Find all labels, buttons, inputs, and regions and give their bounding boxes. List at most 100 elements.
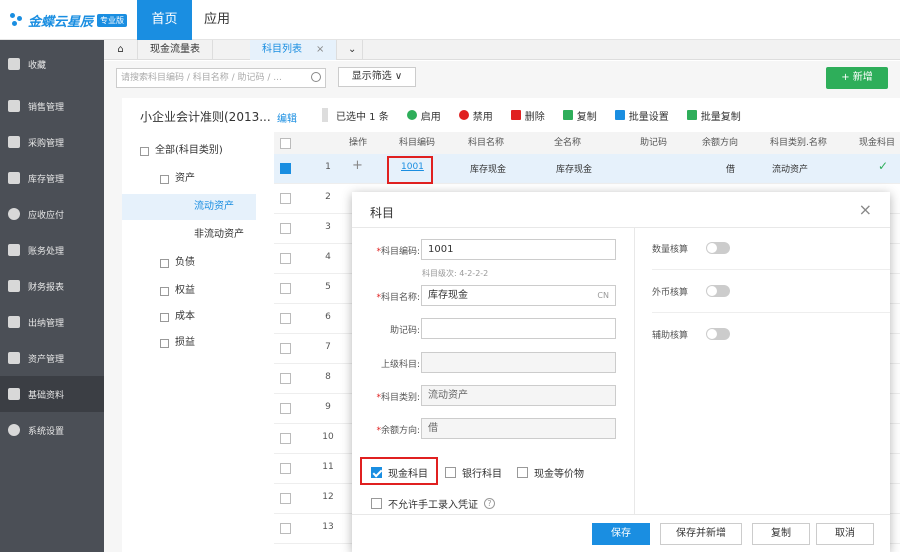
sidebar-item-receivables[interactable]: 应收应付 bbox=[0, 196, 104, 232]
save-and-new-button[interactable]: 保存并新增 bbox=[660, 523, 742, 545]
check-icon: ✓ bbox=[878, 159, 889, 173]
row-checkbox[interactable] bbox=[280, 523, 291, 534]
add-button[interactable]: + 新增 bbox=[826, 67, 888, 89]
row-checkbox[interactable] bbox=[280, 283, 291, 294]
home-tab-icon[interactable]: ⌂ bbox=[104, 40, 138, 60]
checkbox-box[interactable] bbox=[371, 498, 382, 509]
tree-label: 流动资产 bbox=[194, 201, 234, 212]
sidebar-item-purchase[interactable]: 采购管理 bbox=[0, 124, 104, 160]
direction-label: *余额方向: bbox=[352, 423, 420, 436]
expand-icon[interactable] bbox=[160, 258, 169, 268]
tree-node-cost[interactable]: 成本 bbox=[160, 304, 195, 330]
row-checkbox[interactable] bbox=[280, 193, 291, 204]
row-checkbox[interactable] bbox=[280, 163, 291, 174]
currency-toggle-row: 外币核算 bbox=[652, 271, 890, 313]
row-checkbox[interactable] bbox=[280, 253, 291, 264]
disable-button[interactable]: 禁用 bbox=[458, 108, 493, 123]
collapse-icon[interactable] bbox=[160, 174, 169, 184]
quantity-toggle[interactable] bbox=[706, 242, 730, 254]
row-checkbox[interactable] bbox=[280, 433, 291, 444]
brand-logo[interactable]: 金蝶云星辰 专业版 bbox=[10, 10, 128, 30]
cash-equivalent-checkbox[interactable]: 现金等价物 bbox=[517, 465, 584, 480]
row-checkbox[interactable] bbox=[280, 313, 291, 324]
tree-node-all[interactable]: 全部(科目类别) bbox=[140, 138, 223, 164]
box-icon bbox=[8, 172, 20, 184]
tree-node-equity[interactable]: 权益 bbox=[160, 278, 195, 304]
batch-copy-button[interactable]: 批量复制 bbox=[686, 108, 741, 123]
tree-node-noncurrent-assets[interactable]: 非流动资产 bbox=[194, 222, 244, 248]
row-checkbox[interactable] bbox=[280, 403, 291, 414]
expand-icon[interactable] bbox=[160, 312, 169, 322]
tree-node-current-assets[interactable]: 流动资产 bbox=[122, 194, 256, 220]
search-input[interactable]: 请搜索科目编码 / 科目名称 / 助记码 / ... bbox=[116, 68, 326, 88]
toolbar-collapse-icon[interactable] bbox=[322, 108, 328, 122]
mnemonic-label: 助记码: bbox=[389, 326, 420, 336]
save-button[interactable]: 保存 bbox=[592, 523, 650, 545]
filter-dropdown-button[interactable]: 显示筛选 ∨ bbox=[338, 67, 416, 87]
checkbox-label: 现金等价物 bbox=[534, 469, 584, 480]
col-operation: 操作 bbox=[349, 138, 368, 148]
language-switch[interactable]: CN bbox=[597, 286, 609, 305]
edit-ledger-link[interactable]: 编辑 bbox=[277, 110, 297, 125]
sidebar-item-cashier[interactable]: 出纳管理 bbox=[0, 304, 104, 340]
direction-input: 借 bbox=[421, 418, 616, 439]
sidebar-item-label: 账务处理 bbox=[28, 246, 65, 257]
delete-label: 删除 bbox=[524, 111, 545, 123]
sidebar-item-sales[interactable]: 销售管理 bbox=[0, 88, 104, 124]
report-icon bbox=[8, 280, 20, 292]
no-manual-entry-checkbox[interactable]: 不允许手工录入凭证? bbox=[371, 496, 495, 511]
checkbox-box[interactable] bbox=[517, 467, 528, 478]
sidebar-item-accounting[interactable]: 账务处理 bbox=[0, 232, 104, 268]
table-row[interactable]: 1 + 1001 库存现金 库存现金 借 流动资产 ✓ bbox=[274, 154, 900, 184]
currency-toggle[interactable] bbox=[706, 285, 730, 297]
row-checkbox[interactable] bbox=[280, 343, 291, 354]
category-tree: 全部(科目类别) 资产 流动资产 非流动资产 负债 权益 成本 损益 bbox=[122, 132, 274, 552]
expand-icon[interactable] bbox=[160, 286, 169, 296]
row-number: 3 bbox=[325, 222, 331, 232]
nav-home[interactable]: 首页 bbox=[137, 0, 192, 40]
tab-account-list[interactable]: 科目列表 × bbox=[250, 40, 338, 60]
row-checkbox[interactable] bbox=[280, 493, 291, 504]
top-bar: 金蝶云星辰 专业版 首页 应用 bbox=[0, 0, 900, 40]
sidebar-item-reports[interactable]: 财务报表 bbox=[0, 268, 104, 304]
row-checkbox[interactable] bbox=[280, 223, 291, 234]
copy-button[interactable]: 复制 bbox=[562, 108, 597, 123]
copy-button[interactable]: 复制 bbox=[752, 523, 810, 545]
checkbox-box[interactable] bbox=[445, 467, 456, 478]
row-checkbox[interactable] bbox=[280, 463, 291, 474]
expand-icon[interactable] bbox=[160, 338, 169, 348]
tab-cash-flow[interactable]: 现金流量表 bbox=[138, 40, 213, 60]
code-input[interactable]: 1001 bbox=[421, 239, 616, 260]
row-checkbox[interactable] bbox=[280, 373, 291, 384]
help-icon[interactable]: ? bbox=[484, 498, 495, 509]
close-icon[interactable]: × bbox=[316, 44, 324, 55]
bank-account-checkbox[interactable]: 银行科目 bbox=[445, 465, 502, 480]
select-all-checkbox[interactable] bbox=[280, 138, 291, 149]
close-icon[interactable]: × bbox=[859, 200, 872, 219]
mnemonic-input[interactable] bbox=[421, 318, 616, 339]
row-number: 13 bbox=[322, 522, 334, 532]
sidebar-item-basic-data[interactable]: 基础资料 bbox=[0, 376, 104, 412]
collapse-icon[interactable] bbox=[140, 146, 149, 156]
sidebar-item-inventory[interactable]: 库存管理 bbox=[0, 160, 104, 196]
chevron-down-icon[interactable]: ⌄ bbox=[342, 40, 364, 60]
add-row-icon[interactable]: + bbox=[352, 158, 363, 173]
sidebar-item-settings[interactable]: 系统设置 bbox=[0, 412, 104, 448]
auxiliary-toggle[interactable] bbox=[706, 328, 730, 340]
tree-node-assets[interactable]: 资产 bbox=[160, 166, 195, 192]
highlight-code bbox=[387, 156, 433, 184]
sidebar-item-favorites[interactable]: 收藏 bbox=[0, 46, 104, 82]
search-icon[interactable] bbox=[311, 72, 321, 82]
nav-apps[interactable]: 应用 bbox=[192, 0, 242, 40]
tree-node-profit-loss[interactable]: 损益 bbox=[160, 330, 195, 356]
name-input[interactable]: 库存现金 CN bbox=[421, 285, 616, 306]
selected-count: 已选中 1 条 bbox=[336, 111, 389, 123]
sidebar-item-label: 系统设置 bbox=[28, 426, 65, 437]
delete-button[interactable]: 删除 bbox=[510, 108, 545, 123]
batch-settings-button[interactable]: 批量设置 bbox=[614, 108, 669, 123]
cancel-button[interactable]: 取消 bbox=[816, 523, 874, 545]
enable-button[interactable]: 启用 bbox=[406, 108, 441, 123]
tree-node-liabilities[interactable]: 负债 bbox=[160, 250, 195, 276]
sidebar-item-assets[interactable]: 资产管理 bbox=[0, 340, 104, 376]
enable-label: 启用 bbox=[420, 111, 441, 123]
